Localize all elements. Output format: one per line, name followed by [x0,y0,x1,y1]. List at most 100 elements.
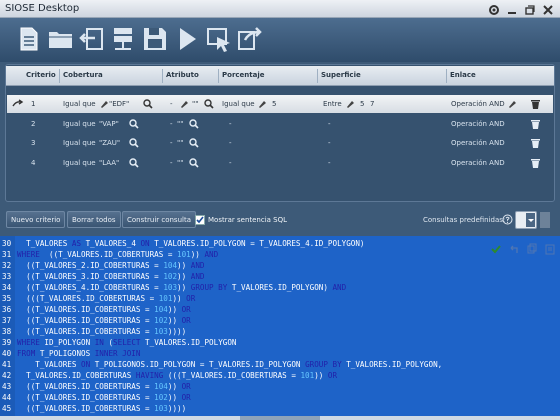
close-icon[interactable] [541,2,556,16]
sql-line[interactable]: 36 ((T_VALORES.ID_COBERTURAS = 104)) OR [0,304,560,315]
pencil-icon[interactable] [257,99,267,109]
minimize-icon[interactable] [505,2,520,16]
predefined-queries-dropdown[interactable] [515,211,537,229]
search-icon[interactable] [129,119,139,129]
sql-code[interactable]: FROM T_POLIGONOS INNER JOIN [17,348,140,359]
pencil-icon[interactable] [179,99,189,109]
criteria-row[interactable]: 3 Igual que "ZAU" - "" - - Operación AND [7,134,553,152]
show-sql-checkbox[interactable] [195,215,205,225]
cobertura-operator[interactable]: Igual que [63,139,96,147]
sql-code[interactable]: T_VALORES.ID_COBERTURAS HAVING (((T_VALO… [17,370,337,381]
sql-line[interactable]: 33 ((T_VALORES_3.ID_COBERTURAS = 102)) A… [0,271,560,282]
cobertura-value[interactable]: "LAA" [99,159,119,167]
search-icon[interactable] [189,119,199,129]
check-icon[interactable] [490,240,502,254]
superficie-operator[interactable]: - [328,139,331,147]
database-server-icon[interactable] [108,24,138,54]
sql-line[interactable]: 35 (((T_VALORES.ID_COBERTURAS = 101)) OR [0,293,560,304]
sql-editor[interactable]: 30 T_VALORES AS T_VALORES_4 ON T_VALORES… [0,236,560,420]
sql-line[interactable]: 37 ((T_VALORES.ID_COBERTURAS = 102)) OR [0,315,560,326]
superficie-max[interactable]: 7 [370,100,374,108]
pencil-icon[interactable] [99,99,109,109]
new-document-icon[interactable] [14,24,44,54]
col-cobertura[interactable]: Cobertura [63,71,103,79]
cobertura-operator[interactable]: Igual que [63,100,96,108]
pencil-icon[interactable] [507,99,517,109]
trash-icon[interactable] [530,137,541,149]
porcentaje-operator[interactable]: - [229,139,232,147]
restore-icon[interactable] [523,2,538,16]
cobertura-value[interactable]: "VAP" [99,120,119,128]
atributo-operator[interactable]: - [170,139,173,147]
sql-code[interactable]: ((T_VALORES.ID_COBERTURAS = 102)) OR [17,315,191,326]
sql-code[interactable]: WHERE ((T_VALORES.ID_COBERTURAS = 101)) … [17,249,218,260]
criteria-row[interactable]: 2 Igual que "VAP" - "" - - Operación AND [7,115,553,133]
trash-icon[interactable] [530,118,541,130]
cobertura-operator[interactable]: Igual que [63,159,96,167]
sql-line[interactable]: 44 ((T_VALORES.ID_COBERTURAS = 102)) OR [0,392,560,403]
col-porcentaje[interactable]: Porcentaje [222,71,265,79]
porcentaje-operator[interactable]: Igual que [222,100,255,108]
porcentaje-value[interactable]: 5 [272,100,276,108]
sql-line[interactable]: 41 T_VALORES ON T_POLIGONOS.ID_POLYGON =… [0,359,560,370]
search-icon[interactable] [129,138,139,148]
atributo-operator[interactable]: - [170,159,173,167]
atributo-value[interactable]: "" [177,120,183,128]
undo-icon[interactable] [508,240,520,253]
sql-line[interactable]: 30 T_VALORES AS T_VALORES_4 ON T_VALORES… [0,238,560,249]
settings-gear-icon[interactable] [487,2,502,16]
sql-code[interactable]: ((T_VALORES_3.ID_COBERTURAS = 102)) AND [17,271,204,282]
open-folder-icon[interactable] [46,24,76,54]
sql-line[interactable]: 40 FROM T_POLIGONOS INNER JOIN [0,348,560,359]
sql-code[interactable]: ((T_VALORES_4.ID_COBERTURAS = 103)) GROU… [17,282,346,293]
chevron-down-icon[interactable] [526,213,535,227]
atributo-operator[interactable]: - [170,120,173,128]
show-sql-label[interactable]: Mostrar sentencia SQL [208,216,287,224]
col-superficie[interactable]: Superficie [321,71,361,79]
scrollbar-thumb[interactable] [240,416,320,420]
criteria-row[interactable]: 4 Igual que "LAA" - "" - - Operación AND [7,154,553,172]
new-criterion-button[interactable]: Nuevo criterio [6,211,66,228]
sql-line[interactable]: 45 ((T_VALORES.ID_COBERTURAS = 103)))) [0,403,560,414]
cobertura-value[interactable]: "ZAU" [99,139,120,147]
help-icon[interactable] [502,214,513,225]
sql-code[interactable]: ((T_VALORES.ID_COBERTURAS = 104)) OR [17,304,191,315]
search-icon[interactable] [189,138,199,148]
superficie-min[interactable]: 5 [360,100,364,108]
sql-code[interactable]: (((T_VALORES.ID_COBERTURAS = 101)) OR [17,293,195,304]
copy-icon[interactable] [526,240,538,254]
run-play-icon[interactable] [172,24,202,54]
trash-icon[interactable] [530,98,541,110]
search-icon[interactable] [143,99,153,109]
delete-all-button[interactable]: Borrar todos [67,211,121,228]
paste-icon[interactable] [544,240,556,255]
sql-line[interactable]: 43 ((T_VALORES.ID_COBERTURAS = 104)) OR [0,381,560,392]
sql-code[interactable]: ((T_VALORES.ID_COBERTURAS = 103)))) [17,326,191,337]
atributo-value[interactable]: "" [177,139,183,147]
sql-line[interactable]: 31 WHERE ((T_VALORES.ID_COBERTURAS = 101)… [0,249,560,260]
porcentaje-operator[interactable]: - [229,120,232,128]
search-icon[interactable] [129,158,139,168]
search-icon[interactable] [189,158,199,168]
cobertura-operator[interactable]: Igual que [63,120,96,128]
enlace-value[interactable]: Operación AND [451,159,505,167]
cobertura-value[interactable]: "EDF" [109,100,129,108]
sql-code[interactable]: T_VALORES AS T_VALORES_4 ON T_VALORES.ID… [17,238,364,249]
atributo-value[interactable]: "" [177,159,183,167]
sql-code[interactable]: ((T_VALORES.ID_COBERTURAS = 104)) OR [17,381,191,392]
sql-code[interactable]: ((T_VALORES.ID_COBERTURAS = 102)) OR [17,392,191,403]
superficie-operator[interactable]: - [328,120,331,128]
enlace-value[interactable]: Operación AND [451,100,505,108]
trash-icon[interactable] [530,157,541,169]
porcentaje-operator[interactable]: - [229,159,232,167]
atributo-value[interactable]: "" [192,100,198,108]
save-disk-icon[interactable] [140,24,170,54]
sql-line[interactable]: 39 WHERE ID_POLYGON IN (SELECT T_VALORES.… [0,337,560,348]
horizontal-scrollbar[interactable] [0,416,560,420]
enlace-value[interactable]: Operación AND [451,139,505,147]
pencil-icon[interactable] [345,99,355,109]
col-criterio[interactable]: Criterio [26,71,56,79]
sql-line[interactable]: 34 ((T_VALORES_4.ID_COBERTURAS = 103)) G… [0,282,560,293]
sql-code[interactable]: WHERE ID_POLYGON IN (SELECT T_VALORES.ID… [17,337,237,348]
sql-line[interactable]: 38 ((T_VALORES.ID_COBERTURAS = 103)))) [0,326,560,337]
